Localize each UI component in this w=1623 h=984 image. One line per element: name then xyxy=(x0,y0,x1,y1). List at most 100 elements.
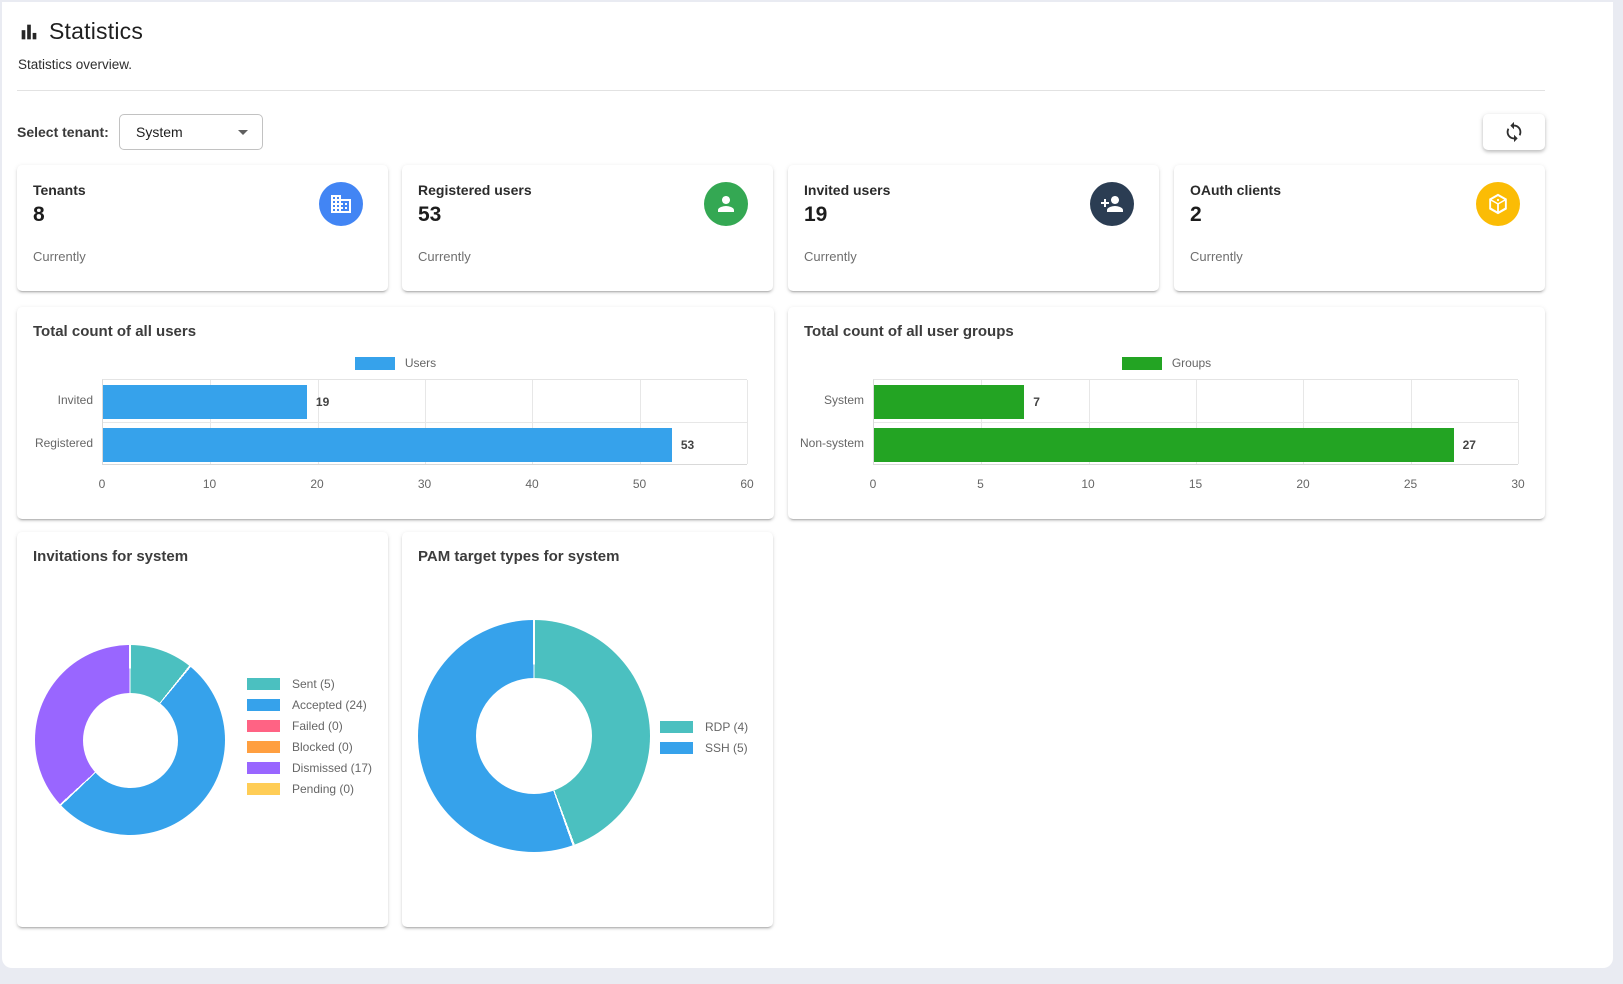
stat-card-registered-users: Registered users 53 Currently xyxy=(402,165,773,291)
x-axis-ticks: 051015202530 xyxy=(873,477,1518,493)
bar xyxy=(103,385,307,419)
pam-donut-card: PAM target types for system RDP (4) SSH (… xyxy=(402,532,773,927)
bar-value-label: 7 xyxy=(1033,395,1040,409)
x-tick-label: 0 xyxy=(99,477,106,491)
stat-caption: Currently xyxy=(804,249,857,264)
x-tick-label: 50 xyxy=(633,477,646,491)
refresh-button[interactable] xyxy=(1483,114,1545,150)
x-tick-label: 25 xyxy=(1404,477,1417,491)
gridline xyxy=(1518,380,1519,464)
legend-swatch xyxy=(1122,357,1162,370)
tenant-select-value: System xyxy=(136,124,183,140)
legend-label: Blocked (0) xyxy=(292,740,353,754)
donut-chart xyxy=(35,645,225,835)
legend-label: SSH (5) xyxy=(705,741,748,755)
legend-label: Sent (5) xyxy=(292,677,335,691)
legend-swatch xyxy=(660,742,693,754)
plot-area: 1953 xyxy=(102,379,747,465)
legend-label: Failed (0) xyxy=(292,719,343,733)
bar xyxy=(103,428,672,462)
legend-item-blocked[interactable]: Blocked (0) xyxy=(247,736,372,757)
x-tick-label: 10 xyxy=(1081,477,1094,491)
page-subtitle: Statistics overview. xyxy=(18,57,132,72)
x-tick-label: 20 xyxy=(1296,477,1309,491)
bar-row: 19 xyxy=(103,380,747,423)
users-bar-chart-card: Total count of all users Users InvitedRe… xyxy=(17,307,774,519)
page-title: Statistics xyxy=(49,18,143,45)
plot-area: 7 27 xyxy=(873,379,1518,465)
stat-card-tenants: Tenants 8 Currently xyxy=(17,165,388,291)
legend-item-dismissed[interactable]: Dismissed (17) xyxy=(247,757,372,778)
stat-caption: Currently xyxy=(418,249,471,264)
legend-swatch xyxy=(247,699,280,711)
legend-item-pending[interactable]: Pending (0) xyxy=(247,778,372,799)
building-icon xyxy=(319,182,363,226)
legend-label: Accepted (24) xyxy=(292,698,367,712)
x-tick-label: 30 xyxy=(418,477,431,491)
chart-legend[interactable]: Users xyxy=(17,356,774,370)
legend-swatch xyxy=(247,762,280,774)
y-axis-label: Registered xyxy=(17,422,93,465)
header-divider xyxy=(17,90,1545,91)
bar-chart-icon xyxy=(18,21,40,43)
bar xyxy=(874,385,1024,419)
legend-item-accepted[interactable]: Accepted (24) xyxy=(247,694,372,715)
x-tick-label: 5 xyxy=(977,477,984,491)
legend-swatch xyxy=(247,783,280,795)
bar-chart: InvitedRegistered 1953 xyxy=(17,379,747,465)
stat-caption: Currently xyxy=(33,249,86,264)
category-axis: InvitedRegistered xyxy=(17,379,102,465)
x-tick-label: 30 xyxy=(1511,477,1524,491)
bar-row: 7 xyxy=(874,380,1518,423)
cube-icon xyxy=(1476,182,1520,226)
chart-title: Total count of all user groups xyxy=(804,323,1014,340)
gridline xyxy=(747,380,748,464)
y-axis-label: Non-system xyxy=(788,422,864,465)
x-tick-label: 10 xyxy=(203,477,216,491)
x-tick-label: 15 xyxy=(1189,477,1202,491)
stat-card-oauth-clients: OAuth clients 2 Currently xyxy=(1174,165,1545,291)
stat-caption: Currently xyxy=(1190,249,1243,264)
person-icon xyxy=(704,182,748,226)
legend-swatch xyxy=(247,678,280,690)
chart-title: PAM target types for system xyxy=(418,548,619,565)
bar-row: 27 xyxy=(874,423,1518,466)
tenant-select[interactable]: System xyxy=(119,114,263,150)
x-tick-label: 60 xyxy=(740,477,753,491)
chart-legend[interactable]: Groups xyxy=(788,356,1545,370)
chart-title: Total count of all users xyxy=(33,323,196,340)
bar-value-label: 53 xyxy=(681,438,694,452)
legend-swatch xyxy=(247,741,280,753)
chart-title: Invitations for system xyxy=(33,548,188,565)
legend-item-ssh[interactable]: SSH (5) xyxy=(660,737,748,758)
main-panel: Statistics Statistics overview. Select t… xyxy=(2,2,1613,968)
bar-value-label: 19 xyxy=(316,395,329,409)
legend-label: Groups xyxy=(1172,356,1211,370)
x-tick-label: 0 xyxy=(870,477,877,491)
donut-legend: RDP (4) SSH (5) xyxy=(660,716,748,758)
donut-legend: Sent (5) Accepted (24) Failed (0) Blocked (… xyxy=(247,673,372,799)
legend-label: Dismissed (17) xyxy=(292,761,372,775)
bar-chart: SystemNon-system 7 27 xyxy=(788,379,1518,465)
stat-card-invited-users: Invited users 19 Currently xyxy=(788,165,1159,291)
donut-chart xyxy=(418,620,650,852)
bar-row: 53 xyxy=(103,423,747,466)
x-tick-label: 40 xyxy=(525,477,538,491)
chevron-down-icon xyxy=(238,130,248,135)
legend-swatch xyxy=(355,357,395,370)
legend-label: Pending (0) xyxy=(292,782,354,796)
invitations-donut-card: Invitations for system Sent (5) Accepted … xyxy=(17,532,388,927)
legend-label: Users xyxy=(405,356,436,370)
groups-bar-chart-card: Total count of all user groups Groups Sy… xyxy=(788,307,1545,519)
legend-item-sent[interactable]: Sent (5) xyxy=(247,673,372,694)
y-axis-label: Invited xyxy=(17,379,93,422)
y-axis-label: System xyxy=(788,379,864,422)
legend-item-rdp[interactable]: RDP (4) xyxy=(660,716,748,737)
page-header: Statistics xyxy=(18,18,143,45)
legend-item-failed[interactable]: Failed (0) xyxy=(247,715,372,736)
sync-icon xyxy=(1503,121,1525,143)
legend-swatch xyxy=(247,720,280,732)
x-tick-label: 20 xyxy=(310,477,323,491)
bar-value-label: 27 xyxy=(1463,438,1476,452)
person-add-icon xyxy=(1090,182,1134,226)
